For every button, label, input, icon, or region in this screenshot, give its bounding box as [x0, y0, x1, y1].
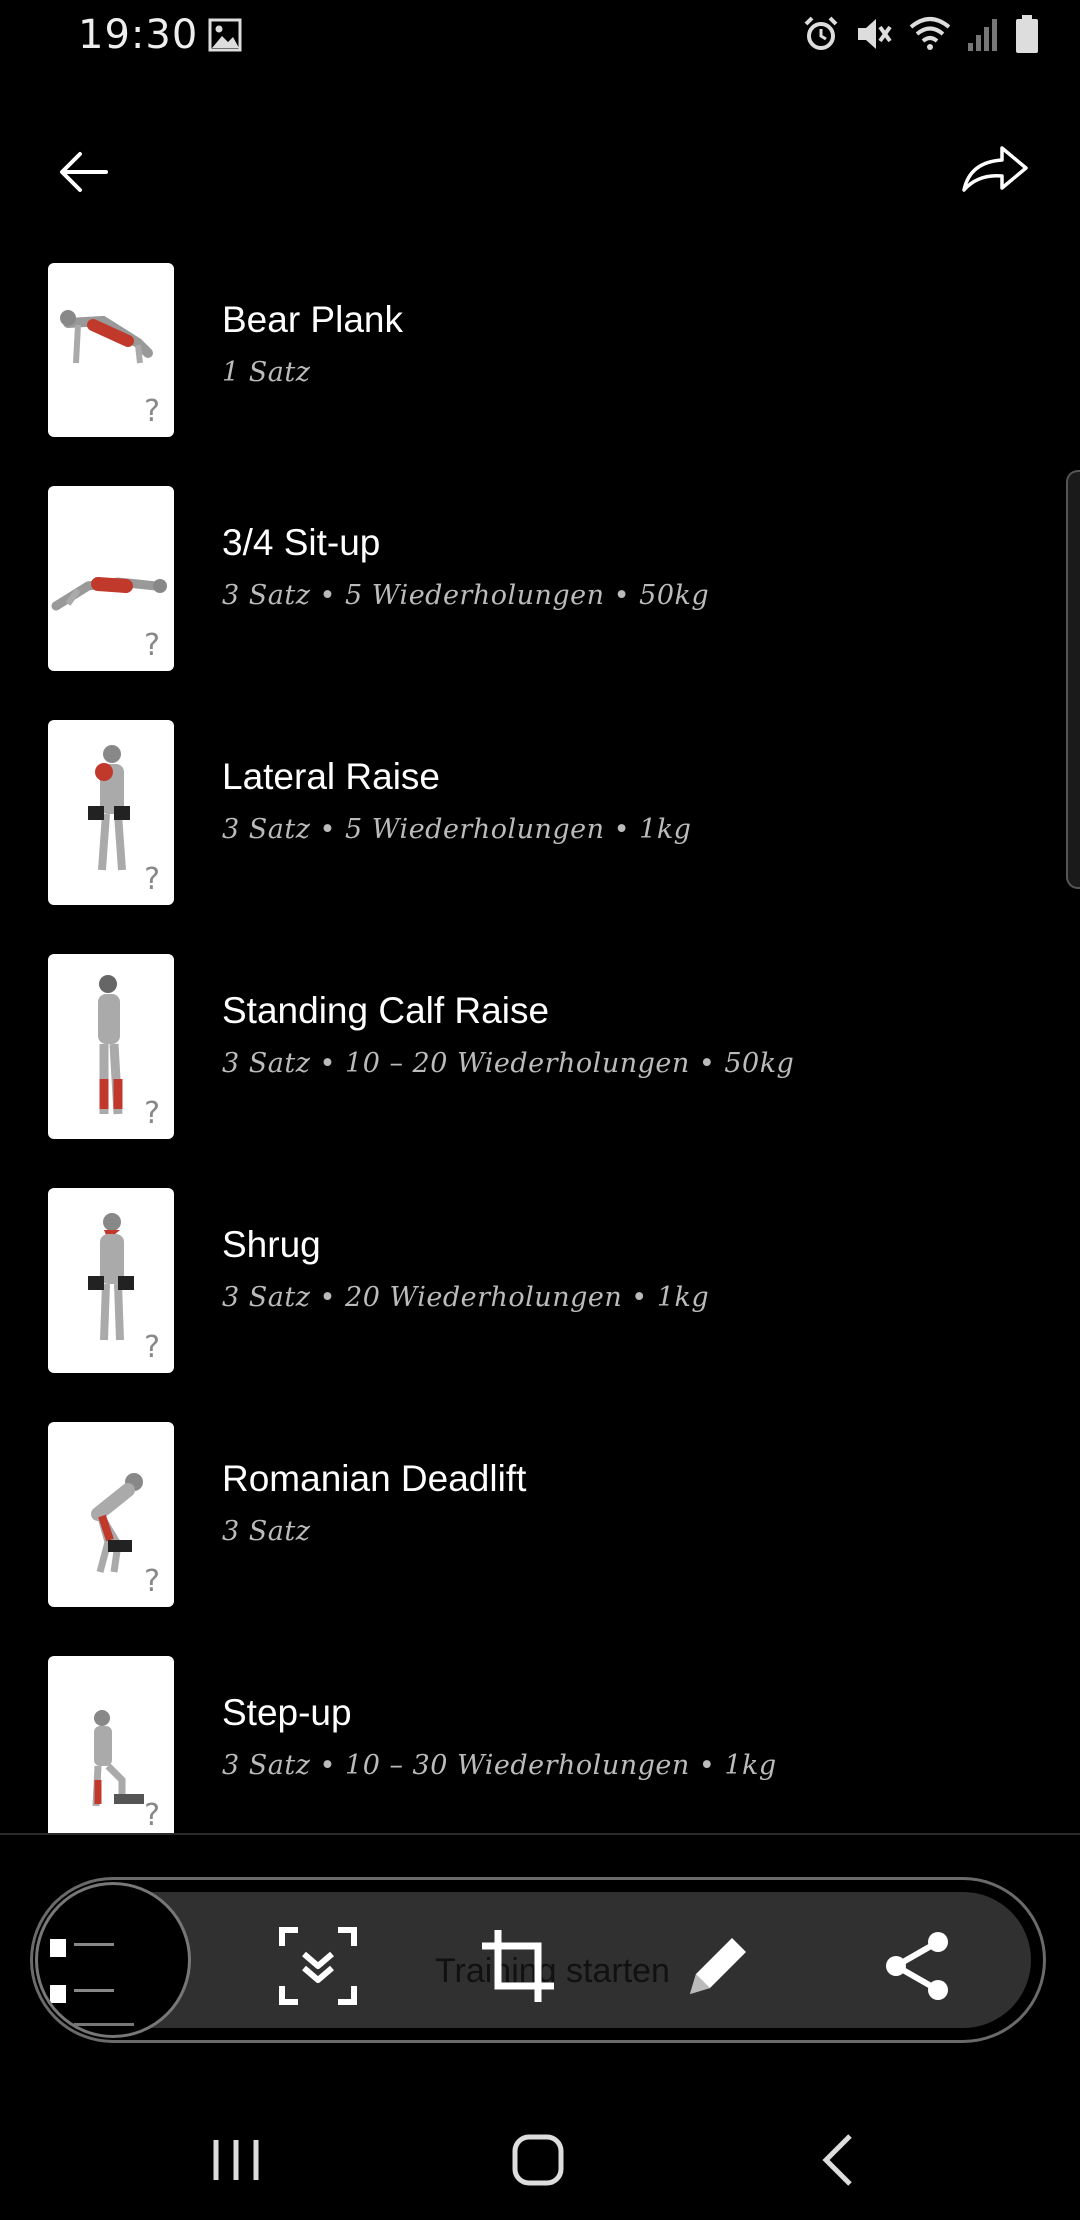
- battery-icon: [1016, 15, 1038, 53]
- exercise-name: Step-up: [222, 1692, 352, 1733]
- help-icon[interactable]: ?: [144, 628, 160, 663]
- app-bar: [0, 120, 1080, 220]
- divider: [0, 1833, 1080, 1835]
- exercise-thumbnail[interactable]: ?: [48, 954, 174, 1139]
- list-item[interactable]: ? Shrug 3 Satz • 20 Wiederholungen • 1kg: [0, 1188, 1080, 1422]
- back-chevron-icon[interactable]: [810, 2130, 870, 2190]
- exercise-name: Bear Plank: [222, 299, 403, 340]
- exercise-name: Shrug: [222, 1224, 321, 1265]
- wifi-icon: [909, 17, 951, 50]
- help-icon[interactable]: ?: [144, 1564, 160, 1599]
- exercise-details: 3 Satz • 5 Wiederholungen • 1kg: [222, 814, 692, 845]
- mute-icon: [858, 19, 892, 49]
- pencil-icon[interactable]: [676, 1924, 760, 2008]
- crop-icon[interactable]: [476, 1924, 560, 2008]
- image-icon: [208, 18, 242, 52]
- home-icon[interactable]: [508, 2130, 568, 2190]
- exercise-details: 3 Satz • 5 Wiederholungen • 50kg: [222, 580, 710, 611]
- preview-thumbnail-icon: [50, 1939, 134, 2026]
- exercise-details: 1 Satz: [222, 357, 311, 388]
- list-item[interactable]: ? Lateral Raise 3 Satz • 5 Wiederholunge…: [0, 720, 1080, 954]
- help-icon[interactable]: ?: [144, 394, 160, 429]
- help-icon[interactable]: ?: [144, 1096, 160, 1131]
- navigation-bar: [0, 2100, 1080, 2220]
- list-item[interactable]: ? Romanian Deadlift 3 Satz: [0, 1422, 1080, 1656]
- list-item[interactable]: ? Standing Calf Raise 3 Satz • 10 – 20 W…: [0, 954, 1080, 1188]
- exercise-thumbnail[interactable]: ?: [48, 1656, 174, 1833]
- help-icon[interactable]: ?: [144, 862, 160, 897]
- scroll-indicator[interactable]: [1066, 470, 1080, 889]
- exercise-details: 3 Satz • 10 – 20 Wiederholungen • 50kg: [222, 1048, 795, 1079]
- exercise-details: 3 Satz: [222, 1516, 311, 1547]
- alarm-icon: [804, 16, 838, 50]
- share-forward-icon[interactable]: [960, 140, 1032, 204]
- list-item[interactable]: ? 3/4 Sit-up 3 Satz • 5 Wiederholungen •…: [0, 486, 1080, 720]
- exercise-details: 3 Satz • 10 – 30 Wiederholungen • 1kg: [222, 1750, 777, 1781]
- exercise-thumbnail[interactable]: ?: [48, 263, 174, 437]
- status-time: 19:30: [78, 12, 199, 58]
- exercise-thumbnail[interactable]: ?: [48, 1422, 174, 1607]
- exercise-thumbnail[interactable]: ?: [48, 1188, 174, 1373]
- share-icon[interactable]: [876, 1924, 960, 2008]
- exercise-name: Lateral Raise: [222, 756, 441, 797]
- list-item[interactable]: ? Bear Plank 1 Satz: [0, 263, 1080, 486]
- exercise-thumbnail[interactable]: ?: [48, 720, 174, 905]
- scroll-capture-icon[interactable]: [276, 1924, 360, 2008]
- screenshot-toolbar: Training starten: [30, 1877, 1046, 2043]
- exercise-list: ? Bear Plank 1 Satz ? 3/4 Sit-up 3 Satz …: [0, 263, 1080, 1833]
- list-item[interactable]: ? Step-up 3 Satz • 10 – 30 Wiederholunge…: [0, 1656, 1080, 1833]
- status-bar: 19:30: [0, 0, 1080, 72]
- arrow-left-icon[interactable]: [52, 140, 116, 204]
- exercise-details: 3 Satz • 20 Wiederholungen • 1kg: [222, 1282, 710, 1313]
- screenshot-preview[interactable]: [35, 1882, 191, 2038]
- exercise-thumbnail[interactable]: ?: [48, 486, 174, 671]
- exercise-name: Standing Calf Raise: [222, 990, 550, 1031]
- help-icon[interactable]: ?: [144, 1330, 160, 1365]
- recents-icon[interactable]: [206, 2130, 266, 2190]
- signal-icon: [968, 19, 997, 51]
- exercise-name: Romanian Deadlift: [222, 1458, 527, 1499]
- help-icon[interactable]: ?: [144, 1798, 160, 1833]
- exercise-name: 3/4 Sit-up: [222, 522, 381, 563]
